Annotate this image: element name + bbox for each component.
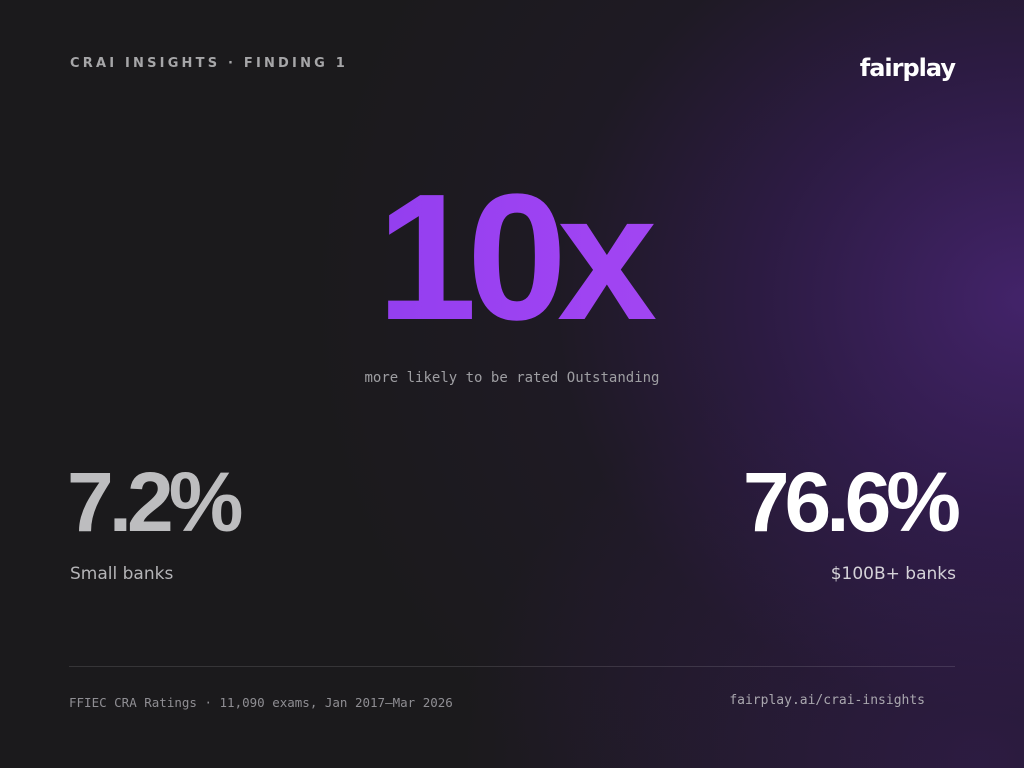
hero-stat-caption: more likely to be rated Outstanding <box>364 370 660 386</box>
stat-large-banks-label: $100B+ banks <box>830 564 956 584</box>
stat-large-banks-value: 76.6% <box>742 455 961 549</box>
fairplay-logo: fairplay <box>859 54 956 82</box>
footer-source-note: FFIEC CRA Ratings · 11,090 exams, Jan 20… <box>69 695 453 710</box>
hero-stat-value: 10x <box>0 168 1024 348</box>
footer-divider <box>69 666 955 667</box>
stat-small-banks-label: Small banks <box>70 564 174 584</box>
stat-small-banks: 7.2% Small banks <box>67 455 243 584</box>
stat-large-banks: 76.6% $100B+ banks <box>742 455 961 584</box>
footer-url-link[interactable]: fairplay.ai/crai-insights <box>729 693 925 708</box>
eyebrow-title: CRAI INSIGHTS · FINDING 1 <box>70 56 349 71</box>
stat-small-banks-value: 7.2% <box>67 455 243 549</box>
